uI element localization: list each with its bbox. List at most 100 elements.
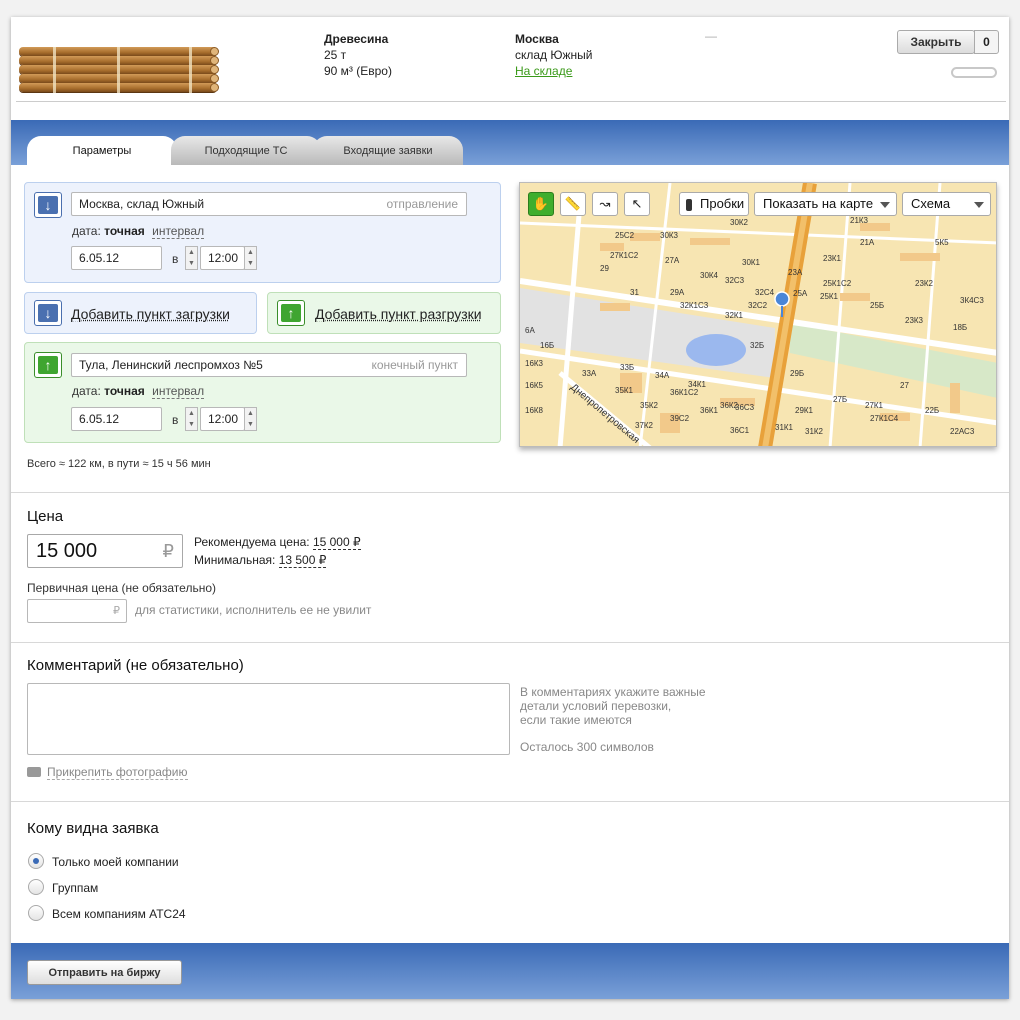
map-house-label: 27 [900, 381, 909, 390]
section-divider [11, 642, 1009, 643]
map-house-label: 29 [600, 264, 609, 273]
ruble-small-icon: ₽ [113, 605, 120, 617]
destination-address-value: Тула, Ленинский леспромхоз №5 [79, 358, 263, 372]
location-city: Москва [515, 32, 559, 46]
destination-date-input[interactable]: 6.05.12 [71, 407, 162, 431]
map-house-label: 25К1С2 [823, 279, 852, 288]
origin-time-stepper[interactable]: ▲ ▼ [185, 246, 198, 270]
destination-time-stepper-right[interactable]: ▲ ▼ [244, 407, 257, 431]
map-house-label: 25К1 [820, 292, 839, 301]
route-icon[interactable]: ↝ [592, 192, 618, 216]
close-button[interactable]: Закрыть [897, 30, 975, 54]
add-loading-point[interactable]: ↓ Добавить пункт загрузки [24, 292, 257, 334]
map-house-label: 34А [655, 371, 670, 380]
destination-address-input[interactable]: Тула, Ленинский леспромхоз №5 конечный п… [71, 353, 467, 377]
minimum-price-value[interactable]: 13 500 ₽ [278, 553, 327, 568]
origin-address-input[interactable]: Москва, склад Южный отправление [71, 192, 467, 216]
route-map[interactable]: 25С2 30К3 30К2 21К3 5К5 27К1С2 27А 21А 29 30К4 30К… [519, 182, 997, 447]
map-layer-select[interactable]: Схема [902, 192, 991, 216]
radio-own-company-label[interactable]: Только моей компании [52, 855, 179, 869]
map-house-label: 27К1С4 [870, 414, 899, 423]
map-house-label: 31 [630, 288, 639, 297]
destination-mode-interval[interactable]: интервал [152, 384, 205, 399]
pointer-icon[interactable]: ↖ [624, 192, 650, 216]
destination-at-label: в [172, 413, 179, 427]
camera-icon [27, 767, 41, 777]
cargo-header: Древесина 25 т 90 м³ (Евро) Москва склад… [11, 17, 1009, 120]
unload-arrow-icon: ↓ [34, 192, 62, 218]
map-house-label: 36С1 [730, 426, 750, 435]
map-house-label: 35К1 [615, 386, 634, 395]
submit-button[interactable]: Отправить на биржу [27, 960, 182, 985]
cargo-info: Древесина 25 т 90 м³ (Евро) [324, 31, 392, 79]
map-house-label: 16К8 [525, 406, 544, 415]
map-house-label: 30К1 [742, 258, 761, 267]
radio-own-company[interactable] [28, 853, 44, 869]
map-house-label: 36С3 [735, 403, 755, 412]
recommended-price-value[interactable]: 15 000 ₽ [312, 535, 361, 550]
map-house-label: 23К2 [915, 279, 934, 288]
map-house-label: 31К2 [805, 427, 824, 436]
add-unloading-point[interactable]: ↑ Добавить пункт разгрузки [267, 292, 501, 334]
origin-time-input[interactable]: 12:00 [200, 246, 245, 270]
origin-date-input[interactable]: 6.05.12 [71, 246, 162, 270]
origin-time-stepper-right[interactable]: ▲ ▼ [244, 246, 257, 270]
map-house-label: 33Б [620, 363, 634, 372]
ruler-icon[interactable]: 📏 [560, 192, 586, 216]
add-unloading-link[interactable]: Добавить пункт разгрузки [315, 306, 482, 322]
paperclip-icon[interactable] [951, 67, 997, 78]
comment-title: Комментарий (не обязательно) [27, 657, 244, 674]
origin-mode-interval[interactable]: интервал [152, 224, 205, 239]
cargo-volume: 90 м³ (Евро) [324, 64, 392, 78]
radio-groups[interactable] [28, 879, 44, 895]
primary-price-input[interactable]: ₽ [27, 599, 127, 623]
map-house-label: 25А [793, 289, 808, 298]
unloading-arrow-icon: ↑ [277, 300, 305, 326]
map-house-label: 22АС3 [950, 427, 975, 436]
origin-box: ↓ Москва, склад Южный отправление дата: … [24, 182, 501, 283]
price-input[interactable]: 15 000 ₽ [27, 534, 183, 568]
footer-bar: Отправить на биржу [11, 943, 1009, 999]
radio-groups-label[interactable]: Группам [52, 881, 98, 895]
order-card: Древесина 25 т 90 м³ (Евро) Москва склад… [11, 17, 1009, 999]
map-house-label: 30К4 [700, 271, 719, 280]
map-house-label: 32С2 [748, 301, 768, 310]
tab-incoming-requests[interactable]: Входящие заявки [313, 136, 463, 165]
map-house-label: 36К1С2 [670, 388, 699, 397]
recommended-price: Рекомендуема цена: 15 000 ₽ [194, 535, 361, 550]
comment-textarea[interactable] [27, 683, 510, 755]
origin-hint: отправление [386, 197, 458, 211]
map-house-label: 32С4 [755, 288, 775, 297]
attach-photo[interactable]: Прикрепить фотографию [27, 765, 188, 780]
destination-time-stepper[interactable]: ▲ ▼ [185, 407, 198, 431]
location-status-link[interactable]: На складе [515, 64, 572, 78]
origin-mode-exact[interactable]: точная [104, 224, 145, 238]
destination-time-input[interactable]: 12:00 [200, 407, 245, 431]
header-dash: — [705, 29, 717, 43]
map-house-label: 5К5 [935, 238, 949, 247]
map-house-label: 27А [665, 256, 680, 265]
map-canvas[interactable]: 25С2 30К3 30К2 21К3 5К5 27К1С2 27А 21А 29 30К4 30К… [520, 183, 997, 447]
map-house-label: 27К1С2 [610, 251, 639, 260]
map-house-label: 30К2 [730, 218, 749, 227]
map-house-label: 23А [788, 268, 803, 277]
primary-price-hint: для статистики, исполнитель ее не увилит [135, 603, 372, 617]
show-on-map-select[interactable]: Показать на карте [754, 192, 897, 216]
hand-icon[interactable]: ✋ [528, 192, 554, 216]
close-count-badge: 0 [974, 30, 999, 54]
destination-mode-exact[interactable]: точная [104, 384, 145, 398]
attach-photo-link[interactable]: Прикрепить фотографию [47, 765, 188, 780]
tab-matching-vehicles[interactable]: Подходящие ТС [171, 136, 321, 165]
map-house-label: 32К1 [725, 311, 744, 320]
radio-all-companies-label[interactable]: Всем компаниям АТС24 [52, 907, 186, 921]
map-house-label: 21А [860, 238, 875, 247]
map-marker-icon[interactable] [774, 291, 790, 307]
add-loading-link[interactable]: Добавить пункт загрузки [71, 306, 230, 322]
traffic-button[interactable]: Пробки [679, 192, 749, 216]
origin-at-label: в [172, 252, 179, 266]
header-divider [16, 101, 1006, 102]
tab-parameters[interactable]: Параметры [27, 136, 177, 165]
map-house-label: 23К3 [905, 316, 924, 325]
section-divider [11, 801, 1009, 802]
radio-all-companies[interactable] [28, 905, 44, 921]
